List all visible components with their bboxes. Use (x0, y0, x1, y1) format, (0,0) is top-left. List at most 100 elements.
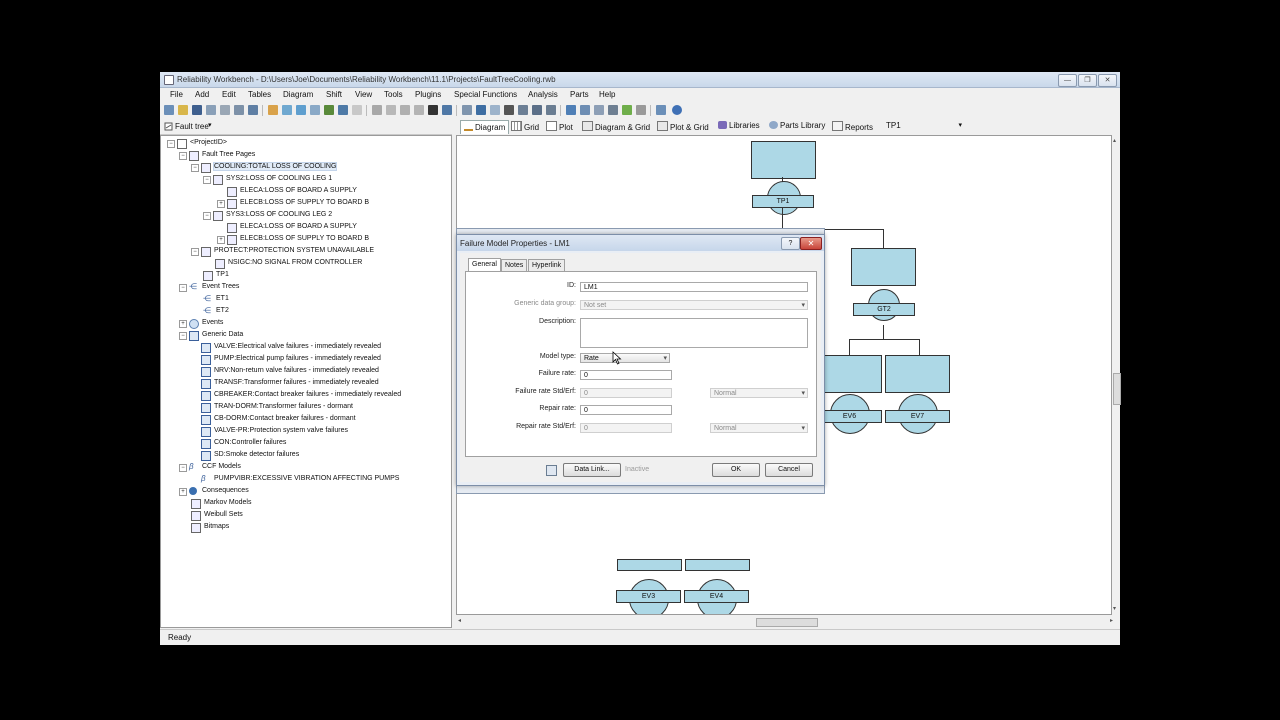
menu-shift[interactable]: Shift (326, 90, 342, 99)
minimize-button[interactable]: — (1058, 74, 1077, 87)
scroll-up-icon[interactable]: ▴ (1113, 137, 1116, 144)
table-icon[interactable] (504, 105, 514, 115)
failure-rate-std-field[interactable]: 0 (580, 388, 672, 398)
pointer-icon[interactable] (352, 105, 362, 115)
repair-rate-std-field[interactable]: 0 (580, 423, 672, 433)
tab-diagram-grid[interactable]: Diagram & Grid (582, 121, 650, 132)
globe-icon[interactable] (338, 105, 348, 115)
scroll-thumb[interactable] (756, 618, 818, 627)
menu-add[interactable]: Add (195, 90, 209, 99)
tab-hyperlink[interactable]: Hyperlink (528, 259, 566, 271)
scroll-left-icon[interactable]: ◂ (458, 617, 461, 624)
menu-plugins[interactable]: Plugins (415, 90, 441, 99)
gate-box[interactable] (751, 141, 816, 179)
failure-rate-distribution-select[interactable]: Normal (710, 388, 808, 399)
close-button[interactable]: ✕ (1098, 74, 1117, 87)
tree-selector[interactable]: Fault tree ▾ (160, 119, 452, 135)
scroll-thumb[interactable] (1113, 373, 1121, 405)
vertical-scrollbar[interactable]: ▴ ▾ (1112, 135, 1121, 615)
dialog-help-button[interactable]: ? (781, 237, 800, 250)
dialog-close-button[interactable]: ✕ (800, 237, 822, 250)
cancel-button[interactable]: Cancel (765, 463, 813, 477)
menu-tools[interactable]: Tools (384, 90, 403, 99)
wizard-icon[interactable] (324, 105, 334, 115)
grid-icon[interactable] (248, 105, 258, 115)
tab-general[interactable]: General (468, 258, 501, 272)
scroll-down-icon[interactable]: ▾ (1113, 605, 1116, 612)
delete-icon[interactable] (428, 105, 438, 115)
zoom-icon[interactable] (656, 105, 666, 115)
menu-diagram[interactable]: Diagram (283, 90, 313, 99)
tab-plot[interactable]: Plot (546, 121, 573, 132)
save-icon[interactable] (192, 105, 202, 115)
event-label[interactable]: EV7 (885, 410, 950, 423)
menu-view[interactable]: View (355, 90, 372, 99)
image-icon[interactable] (310, 105, 320, 115)
horizontal-scrollbar[interactable]: ◂ ▸ (456, 617, 1120, 627)
gate-box[interactable] (851, 248, 916, 286)
failure-rate-field[interactable]: 0 (580, 370, 672, 380)
event-box[interactable] (617, 559, 682, 571)
menu-edit[interactable]: Edit (222, 90, 236, 99)
tab-reports[interactable]: Reports (832, 121, 873, 132)
undo-icon[interactable] (442, 105, 452, 115)
event-label[interactable]: EV4 (684, 590, 749, 603)
tab-parts-library[interactable]: Parts Library (769, 121, 825, 130)
event-box[interactable] (817, 355, 882, 393)
tab-notes[interactable]: Notes (501, 259, 528, 271)
properties-icon[interactable] (566, 105, 576, 115)
model-type-select[interactable]: Rate (580, 353, 670, 364)
add-transfer-icon[interactable] (296, 105, 306, 115)
event-box[interactable] (885, 355, 950, 393)
menu-file[interactable]: File (170, 90, 183, 99)
paste-icon[interactable] (400, 105, 410, 115)
menu-help[interactable]: Help (599, 90, 615, 99)
tab-plot-grid[interactable]: Plot & Grid (657, 121, 709, 132)
data-link-button[interactable]: Data Link... (563, 463, 621, 477)
add-gate-icon[interactable] (268, 105, 278, 115)
align-icon[interactable] (532, 105, 542, 115)
find-icon[interactable] (462, 105, 472, 115)
menu-parts[interactable]: Parts (570, 90, 589, 99)
scroll-right-icon[interactable]: ▸ (1110, 617, 1113, 624)
event-label[interactable]: EV3 (616, 590, 681, 603)
copy-icon[interactable] (386, 105, 396, 115)
tab-diagram[interactable]: Diagram (460, 120, 510, 134)
list-icon[interactable] (580, 105, 590, 115)
id-field[interactable]: LM1 (580, 282, 808, 292)
menu-special-functions[interactable]: Special Functions (454, 90, 517, 99)
event-box[interactable] (685, 559, 750, 571)
distribute-icon[interactable] (546, 105, 556, 115)
menu-analysis[interactable]: Analysis (528, 90, 558, 99)
ok-button[interactable]: OK (712, 463, 760, 477)
gate-label[interactable]: TP1 (752, 195, 814, 208)
generic-data-group-select[interactable]: Not set (580, 300, 808, 311)
data-link-icon[interactable] (546, 465, 557, 476)
menu-tables[interactable]: Tables (248, 90, 271, 99)
traffic-light-off-icon[interactable] (636, 105, 646, 115)
edit-icon[interactable] (206, 105, 216, 115)
page-selector[interactable]: TP1 ▾ (886, 121, 962, 130)
description-field[interactable] (580, 318, 808, 348)
event-label[interactable]: EV6 (817, 410, 882, 423)
move-up-icon[interactable] (476, 105, 486, 115)
formula-icon[interactable] (234, 105, 244, 115)
add-event-icon[interactable] (282, 105, 292, 115)
cut-icon[interactable] (372, 105, 382, 115)
repair-rate-distribution-select[interactable]: Normal (710, 423, 808, 434)
check-icon[interactable] (608, 105, 618, 115)
open-icon[interactable] (178, 105, 188, 115)
maximize-button[interactable]: ❐ (1078, 74, 1097, 87)
calculator-icon[interactable] (594, 105, 604, 115)
move-down-icon[interactable] (490, 105, 500, 115)
traffic-light-icon[interactable] (622, 105, 632, 115)
gate-label[interactable]: GT2 (853, 303, 915, 316)
tab-libraries[interactable]: Libraries (718, 121, 760, 130)
paste-special-icon[interactable] (414, 105, 424, 115)
help-icon[interactable] (672, 105, 682, 115)
layout-icon[interactable] (518, 105, 528, 115)
tab-grid[interactable]: Grid (511, 121, 539, 132)
new-icon[interactable] (164, 105, 174, 115)
text-icon[interactable] (220, 105, 230, 115)
repair-rate-field[interactable]: 0 (580, 405, 672, 415)
